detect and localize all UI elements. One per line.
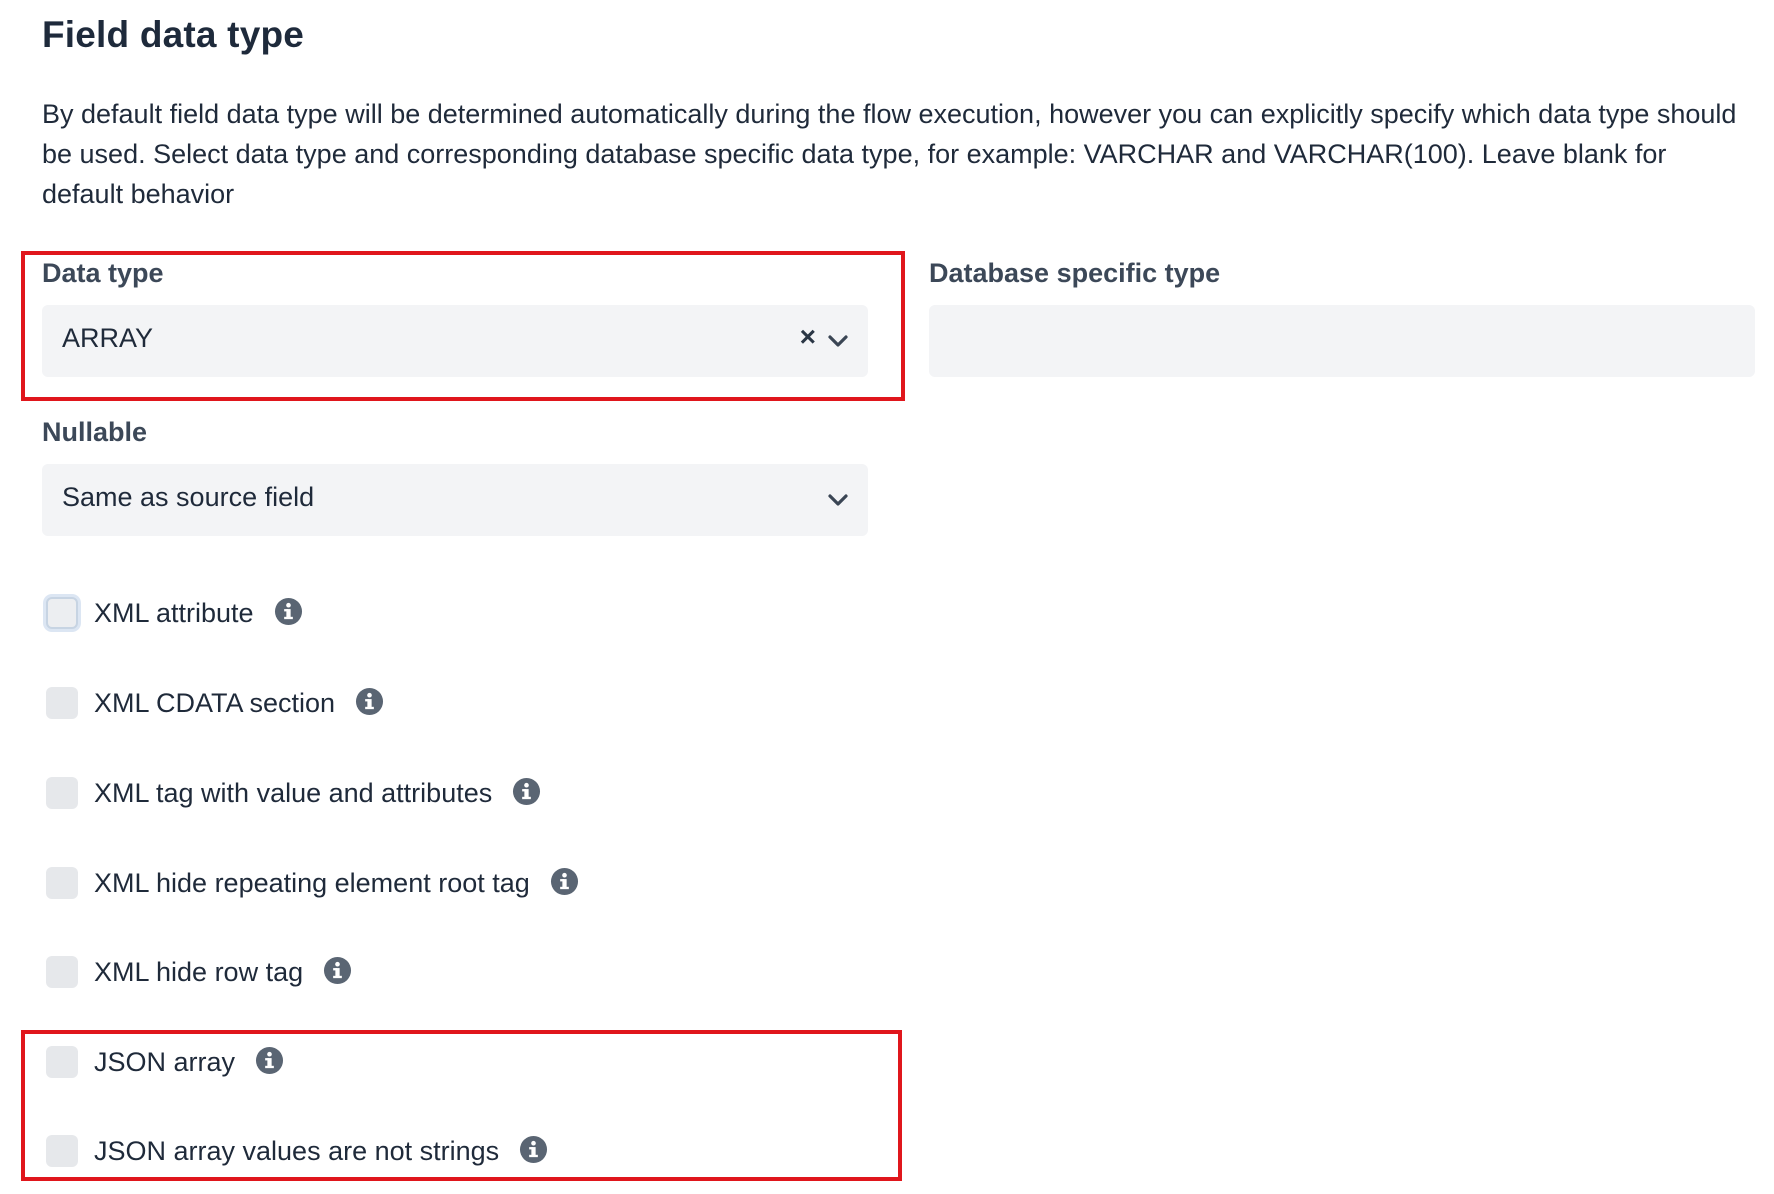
field-data-type-panel: Field data type By default field data ty… xyxy=(0,0,1774,1194)
xml-cdata-checkbox[interactable] xyxy=(46,687,78,719)
xml-attribute-checkbox[interactable] xyxy=(46,597,78,629)
option-xml-hide-row-tag[interactable]: XML hide row tag xyxy=(46,952,352,992)
nullable-label: Nullable xyxy=(42,417,148,447)
db-specific-type-input[interactable] xyxy=(929,305,1755,377)
option-xml-cdata-section[interactable]: XML CDATA section xyxy=(46,683,384,723)
xml-hide-repeating-checkbox[interactable] xyxy=(46,867,78,899)
chevron-down-icon[interactable] xyxy=(826,488,850,512)
option-xml-tag-value-attributes[interactable]: XML tag with value and attributes xyxy=(46,773,541,813)
option-label[interactable]: XML hide repeating element root tag xyxy=(94,868,530,899)
info-circle-icon[interactable] xyxy=(512,777,541,806)
json-options-highlight-box xyxy=(21,1030,902,1181)
option-xml-hide-repeating-root-tag[interactable]: XML hide repeating element root tag xyxy=(46,863,579,903)
data-type-highlight-box xyxy=(21,251,905,401)
info-circle-icon[interactable] xyxy=(550,867,579,896)
nullable-value: Same as source field xyxy=(62,482,315,512)
xml-hide-row-tag-checkbox[interactable] xyxy=(46,956,78,988)
nullable-select[interactable]: Same as source field xyxy=(42,464,868,536)
info-circle-icon[interactable] xyxy=(323,956,352,985)
option-xml-attribute[interactable]: XML attribute xyxy=(46,593,303,633)
info-circle-icon[interactable] xyxy=(355,687,384,716)
section-title: Field data type xyxy=(42,14,305,55)
section-description: By default field data type will be deter… xyxy=(42,99,1737,209)
option-label[interactable]: XML attribute xyxy=(94,598,254,629)
info-circle-icon[interactable] xyxy=(274,597,303,626)
option-label[interactable]: XML CDATA section xyxy=(94,688,335,719)
option-label[interactable]: XML hide row tag xyxy=(94,957,303,988)
option-label[interactable]: XML tag with value and attributes xyxy=(94,778,492,809)
xml-tag-value-checkbox[interactable] xyxy=(46,777,78,809)
db-specific-type-label: Database specific type xyxy=(929,258,1221,288)
